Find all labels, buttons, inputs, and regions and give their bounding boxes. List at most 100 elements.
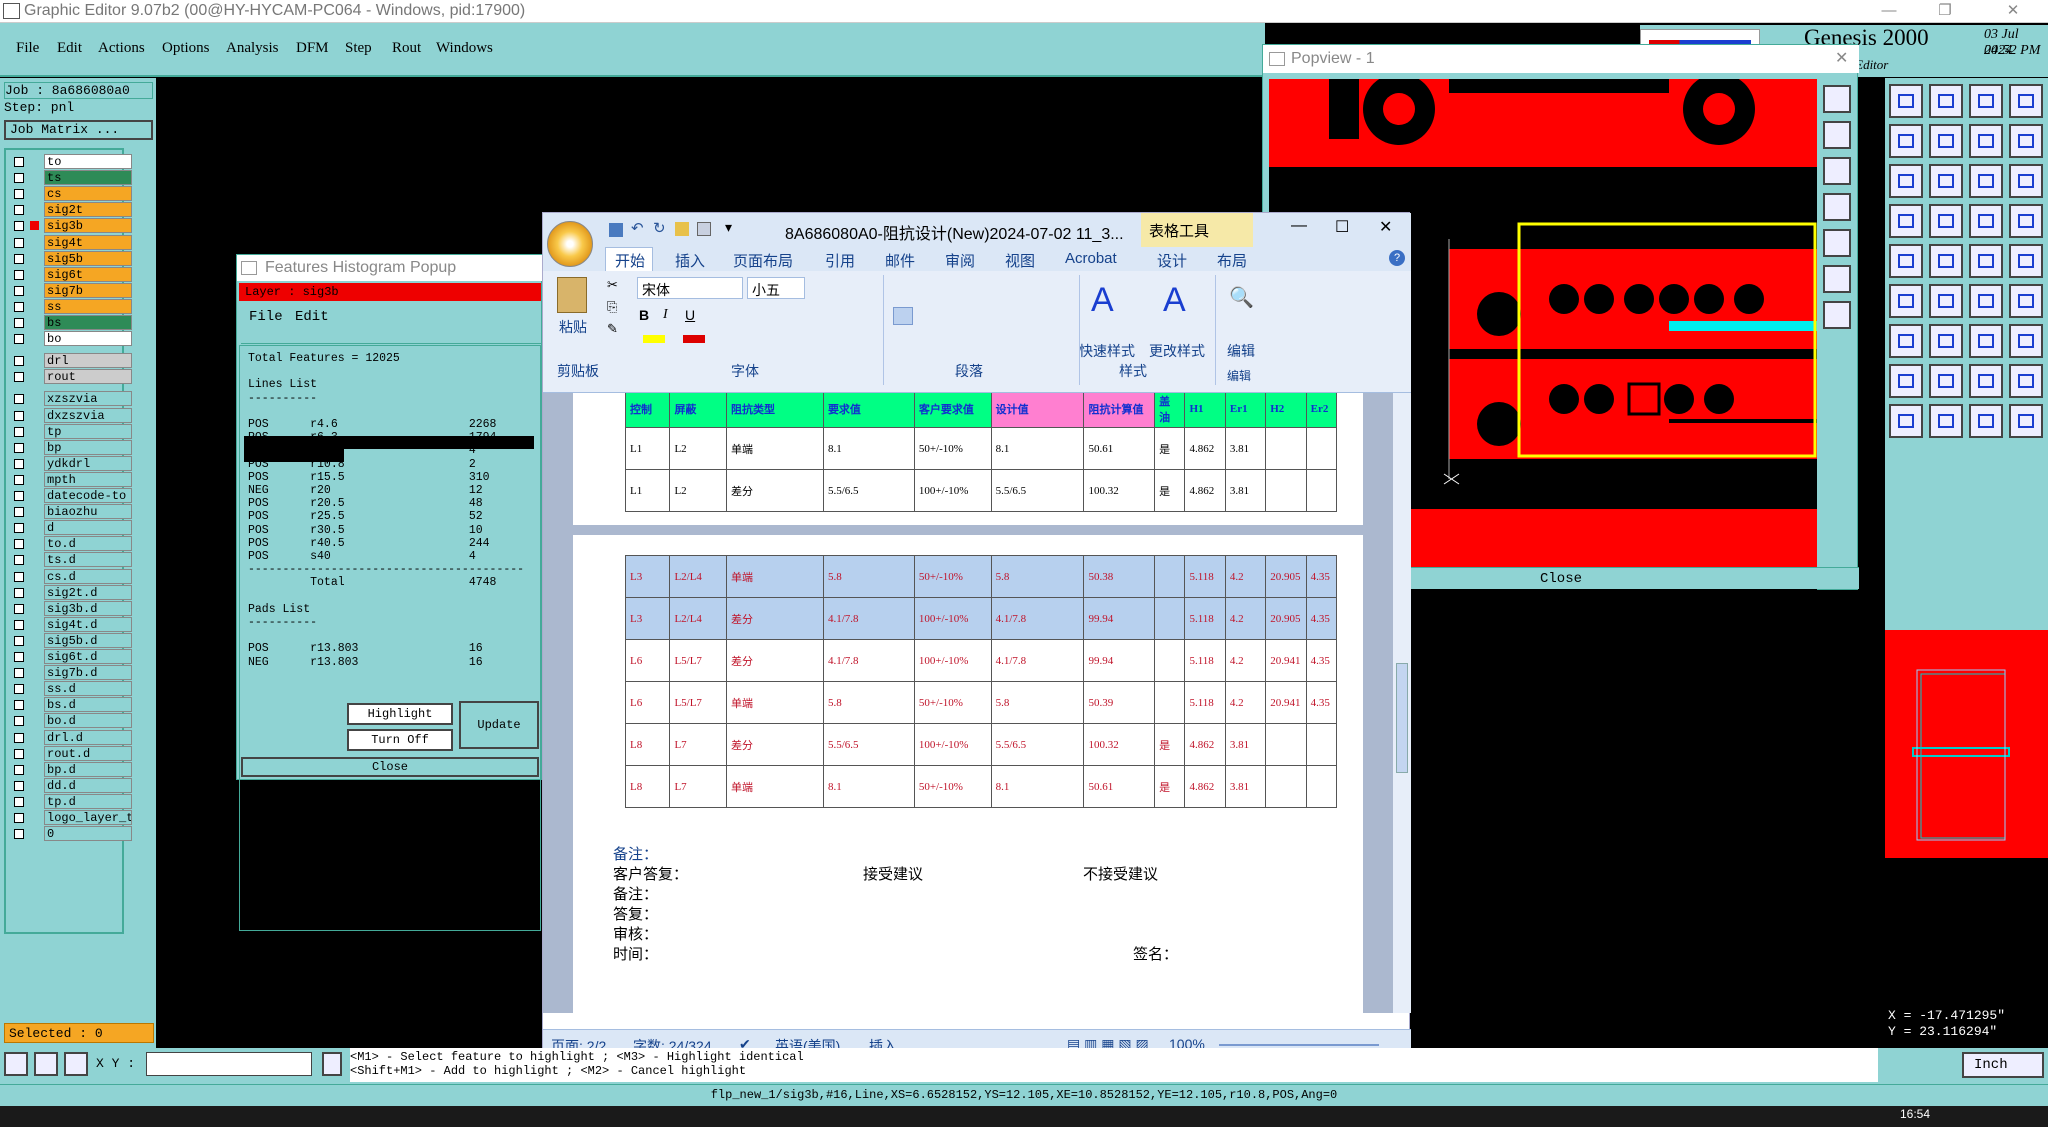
word-close-button[interactable]: ✕ [1379,217,1392,237]
menu-analysis[interactable]: Analysis [226,40,279,57]
layer-checkbox[interactable] [14,587,24,598]
delete-icon[interactable] [1929,244,1963,278]
table-cell[interactable]: 4.35 [1305,639,1338,682]
layer-name[interactable]: d [44,520,132,536]
table-row[interactable]: L3 L2/L4 单端 5.8 50+/-10% 5.8 50.38 5.118 4.2 20.9… [624,555,1338,598]
table-cell[interactable]: 50.61 [1083,427,1156,470]
table-cell[interactable]: L8 [624,723,671,766]
table-cell[interactable]: 5.8 [990,681,1085,724]
align-left-button[interactable] [893,307,913,325]
layer-checkbox[interactable] [14,285,24,296]
table-cell[interactable]: 是 [1154,723,1186,766]
table-cell[interactable]: 5.5/6.5 [822,469,915,512]
highlight-button[interactable]: Highlight [347,703,453,725]
table-cell[interactable]: 50.61 [1083,765,1156,808]
layer-name[interactable]: to [44,154,132,169]
drill-icon[interactable] [1929,324,1963,358]
grid-icon[interactable] [2009,84,2043,118]
copy-icon[interactable] [1969,244,2003,278]
layer-row-ts.d[interactable]: ts.d [8,552,132,568]
table-cell[interactable]: 5.118 [1184,681,1226,724]
table-cell[interactable]: 8.1 [822,765,915,808]
layer-checkbox[interactable] [14,410,24,421]
table-cell[interactable]: L2 [669,469,727,512]
layer-row-sig5b[interactable]: sig5b [8,250,132,267]
table-cell[interactable]: 是 [1154,469,1186,512]
popview-close-icon[interactable]: ✕ [1835,48,1848,68]
table-cell[interactable]: 5.5/6.5 [990,469,1085,512]
table-cell[interactable]: 4.862 [1184,427,1226,470]
rotate-icon[interactable] [1929,164,1963,198]
table-cell[interactable]: L3 [624,597,671,640]
layer-checkbox[interactable] [14,813,24,823]
layer-row-0[interactable]: 0 [8,826,132,842]
layer-checkbox[interactable] [14,426,24,437]
table-cell[interactable]: 单端 [725,765,824,808]
layer-checkbox[interactable] [14,269,24,280]
layer-checkbox[interactable] [14,458,24,469]
table-cell[interactable]: 50+/-10% [913,555,992,598]
table-cell[interactable]: 5.8 [822,555,915,598]
table-cell[interactable]: 单端 [725,427,824,470]
table-cell[interactable] [1305,469,1338,512]
layers-icon[interactable] [1969,204,2003,238]
layer-name[interactable]: 0 [44,826,132,842]
align-right-button[interactable] [941,307,961,325]
table-cell[interactable]: 4.1/7.8 [822,597,915,640]
table-cell[interactable] [1154,597,1186,640]
table-cell[interactable]: 4.35 [1305,555,1338,598]
popview-fit-icon[interactable] [1823,229,1851,257]
table-cell[interactable]: 差分 [725,597,824,640]
layer-name[interactable]: tp [44,423,132,439]
edit-icon[interactable] [2009,404,2043,438]
save-icon[interactable] [609,223,623,237]
menu-edit[interactable]: Edit [57,40,82,57]
tab-page-layout[interactable]: 页面布局 [733,250,793,271]
highlight-color-icon[interactable] [643,335,665,343]
layer-name[interactable]: mpth [44,471,132,487]
layer-checkbox[interactable] [14,829,24,840]
table-header-cell[interactable]: Er1 [1224,393,1267,428]
layer-name[interactable]: sig4t [44,234,132,250]
layer-row-to[interactable]: to [8,154,132,170]
table-cell[interactable]: 3.81 [1224,765,1267,808]
table-cell[interactable]: 4.35 [1305,597,1338,640]
snap-icon[interactable] [1929,204,1963,238]
font-size-select[interactable]: 小五 [747,277,805,299]
home-icon[interactable] [1969,84,2003,118]
font-color-icon[interactable] [683,335,705,343]
table-cell[interactable]: 4.1/7.8 [822,639,915,682]
layer-checkbox[interactable] [14,394,24,405]
bold-button[interactable]: B [639,307,649,323]
table-cell[interactable]: 4.2 [1224,555,1267,598]
net-icon[interactable] [1969,324,2003,358]
table-cell[interactable]: L7 [669,723,727,766]
layer-checkbox[interactable] [14,684,24,695]
table-cell[interactable]: L6 [624,681,671,724]
table-cell[interactable]: L7 [669,765,727,808]
check-icon[interactable] [2009,324,2043,358]
table-cell[interactable]: 是 [1154,427,1186,470]
layer-checkbox[interactable] [14,603,24,614]
xy-input[interactable] [146,1052,312,1076]
route-icon[interactable] [1889,324,1923,358]
info-icon[interactable] [322,1052,342,1076]
layer-checkbox[interactable] [14,318,24,328]
layer-checkbox[interactable] [14,491,24,501]
table-header-cell[interactable]: 设计值 [990,393,1085,428]
table-cell[interactable]: 100+/-10% [913,597,992,640]
layer-row-ss[interactable]: ss [8,298,132,315]
zoom-out-icon[interactable] [1929,84,1963,118]
layer-checkbox[interactable] [14,334,24,345]
layer-name[interactable]: sig7b.d [44,665,132,681]
table-cell[interactable]: L1 [624,469,671,512]
popview-home-icon[interactable] [1823,193,1851,221]
layer-row-sig6t.d[interactable]: sig6t.d [8,649,132,665]
layer-row-cs.d[interactable]: cs.d [8,568,132,585]
table-header-cell[interactable]: H1 [1184,393,1226,428]
layer-name[interactable]: bs [44,315,132,330]
table-cell[interactable]: L5/L7 [669,639,727,682]
layer-checkbox[interactable] [14,652,24,662]
table-row[interactable]: L8 L7 差分 5.5/6.5 100+/-10% 5.5/6.5 100.32 是 4.86… [624,723,1338,766]
layer-name[interactable]: ts [44,170,132,186]
